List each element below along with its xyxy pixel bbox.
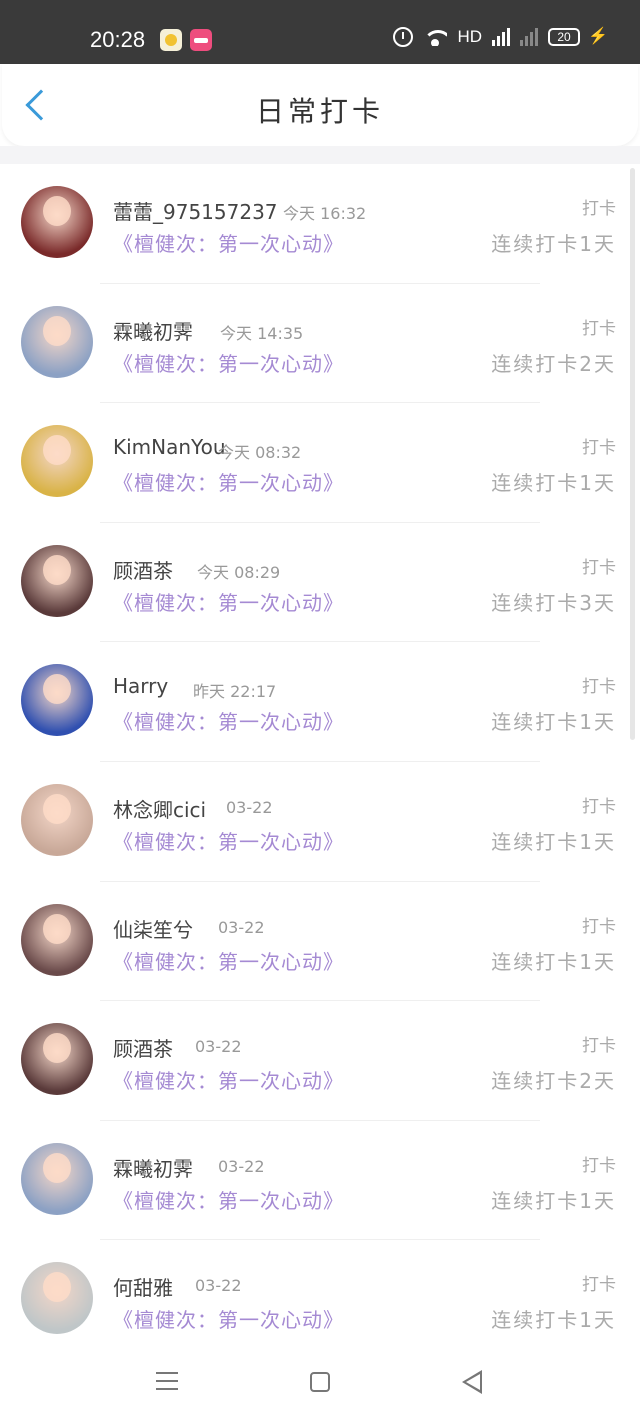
streak-text: 连续打卡1天	[491, 829, 616, 854]
list-item[interactable]: 林念卿cici 03-22 《檀健次：第一次心动》 打卡连续打卡1天	[0, 762, 640, 882]
checkin-time: 03-22	[226, 797, 273, 817]
checkin-label: 打卡	[582, 677, 616, 698]
cellular-signal-icon	[492, 28, 510, 46]
checkin-label: 打卡	[582, 1275, 616, 1296]
menu-icon[interactable]	[156, 1372, 178, 1390]
avatar[interactable]	[21, 1142, 93, 1215]
notes-app-icon	[160, 29, 182, 51]
user-name[interactable]: 何甜雅	[113, 1272, 173, 1301]
course-title[interactable]: 《檀健次：第一次心动》	[113, 826, 344, 855]
streak-text: 连续打卡2天	[491, 1069, 616, 1094]
course-title[interactable]: 《檀健次：第一次心动》	[113, 706, 344, 735]
streak-text: 连续打卡1天	[491, 949, 616, 974]
checkin-label: 打卡	[582, 557, 616, 578]
checkin-time: 今天 14:35	[220, 323, 304, 343]
checkin-label: 打卡	[582, 916, 616, 937]
course-title[interactable]: 《檀健次：第一次心动》	[113, 228, 344, 257]
checkin-time: 03-22	[218, 917, 265, 937]
course-title[interactable]: 《檀健次：第一次心动》	[113, 587, 344, 616]
user-name[interactable]: 顾酒茶	[113, 1033, 173, 1062]
checkin-time: 03-22	[218, 1156, 265, 1176]
streak-text: 连续打卡1天	[491, 232, 616, 256]
checkin-time: 今天 16:32	[283, 204, 367, 223]
course-title[interactable]: 《檀健次：第一次心动》	[113, 348, 344, 377]
list-item[interactable]: Harry 昨天 22:17 《檀健次：第一次心动》 打卡连续打卡1天	[0, 642, 640, 762]
checkin-label: 打卡	[582, 796, 616, 817]
course-title[interactable]: 《檀健次：第一次心动》	[113, 1304, 344, 1333]
avatar[interactable]	[21, 544, 93, 617]
video-app-icon	[190, 29, 212, 51]
cellular-signal-2-icon	[520, 28, 538, 46]
network-label: HD	[457, 27, 482, 46]
course-title[interactable]: 《檀健次：第一次心动》	[113, 1065, 344, 1094]
checkin-time: 今天 08:29	[197, 562, 281, 582]
system-nav-bar	[0, 1340, 640, 1422]
checkin-label: 打卡	[582, 199, 616, 219]
checkin-label: 打卡	[582, 438, 616, 459]
scrollbar[interactable]	[630, 168, 635, 740]
user-name[interactable]: 蕾蕾_975157237	[113, 196, 278, 225]
checkin-list: 蕾蕾_975157237 今天 16:32 《檀健次：第一次心动》 打卡 连续打卡1天霖…	[0, 164, 640, 1360]
streak-text: 连续打卡2天	[491, 351, 616, 376]
user-name[interactable]: KimNanYou	[113, 435, 226, 459]
status-bar: 20:28 HD 20	[0, 0, 640, 64]
checkin-time: 今天 08:32	[218, 443, 302, 463]
streak-text: 连续打卡1天	[491, 710, 616, 735]
avatar[interactable]	[21, 664, 93, 737]
streak-text: 连续打卡3天	[491, 590, 616, 615]
page-title: 日常打卡	[255, 95, 384, 128]
list-item[interactable]: KimNanYou 今天 08:32 《檀健次：第一次心动》 打卡连续打卡1天	[0, 403, 640, 523]
avatar[interactable]	[21, 425, 93, 498]
checkin-time: 03-22	[195, 1276, 242, 1296]
avatar[interactable]	[21, 305, 93, 378]
charging-icon	[588, 26, 608, 46]
list-item[interactable]: 仙柒笙兮 03-22 《檀健次：第一次心动》 打卡连续打卡1天	[0, 882, 640, 1002]
page-header: 日常打卡	[2, 64, 638, 146]
course-title[interactable]: 《檀健次：第一次心动》	[113, 946, 344, 975]
user-name[interactable]: 顾酒茶	[113, 555, 173, 584]
checkin-label: 打卡	[582, 318, 616, 339]
streak-text: 连续打卡1天	[491, 471, 616, 496]
list-item[interactable]: 蕾蕾_975157237 今天 16:32 《檀健次：第一次心动》 打卡连续打卡1天	[0, 164, 640, 284]
battery-icon: 20	[548, 28, 580, 46]
checkin-label: 打卡	[582, 1036, 616, 1057]
list-item[interactable]: 霖曦初霁 今天 14:35 《檀健次：第一次心动》 打卡连续打卡2天	[0, 284, 640, 404]
avatar[interactable]	[21, 903, 93, 976]
streak-text: 连续打卡1天	[491, 1308, 616, 1333]
course-title[interactable]: 《檀健次：第一次心动》	[113, 467, 344, 496]
home-icon[interactable]	[310, 1372, 330, 1392]
user-name[interactable]: 仙柒笙兮	[113, 914, 193, 943]
course-title[interactable]: 《檀健次：第一次心动》	[113, 1185, 344, 1214]
avatar[interactable]	[21, 1023, 93, 1096]
user-name[interactable]: 霖曦初霁	[113, 1153, 193, 1182]
alarm-icon	[393, 27, 414, 47]
checkin-time: 03-22	[195, 1037, 242, 1057]
wifi-icon	[423, 28, 448, 46]
user-name[interactable]: 霖曦初霁	[113, 316, 193, 345]
status-indicators: HD 20	[393, 26, 608, 47]
checkin-time: 昨天 22:17	[193, 682, 277, 702]
list-item[interactable]: 顾酒茶 03-22 《檀健次：第一次心动》 打卡连续打卡2天	[0, 1001, 640, 1121]
status-time: 20:28	[90, 27, 146, 52]
avatar[interactable]	[21, 783, 93, 856]
back-triangle-icon[interactable]	[462, 1370, 482, 1394]
checkin-label: 打卡	[582, 1155, 616, 1176]
list-item[interactable]: 顾酒茶 今天 08:29 《檀健次：第一次心动》 打卡连续打卡3天	[0, 523, 640, 643]
user-name[interactable]: 林念卿cici	[113, 794, 206, 823]
user-name[interactable]: Harry	[113, 674, 168, 698]
list-top-spacer	[0, 146, 640, 164]
avatar[interactable]	[21, 1262, 93, 1335]
avatar[interactable]	[21, 186, 93, 258]
list-item[interactable]: 霖曦初霁 03-22 《檀健次：第一次心动》 打卡连续打卡1天	[0, 1121, 640, 1241]
streak-text: 连续打卡1天	[491, 1188, 616, 1213]
